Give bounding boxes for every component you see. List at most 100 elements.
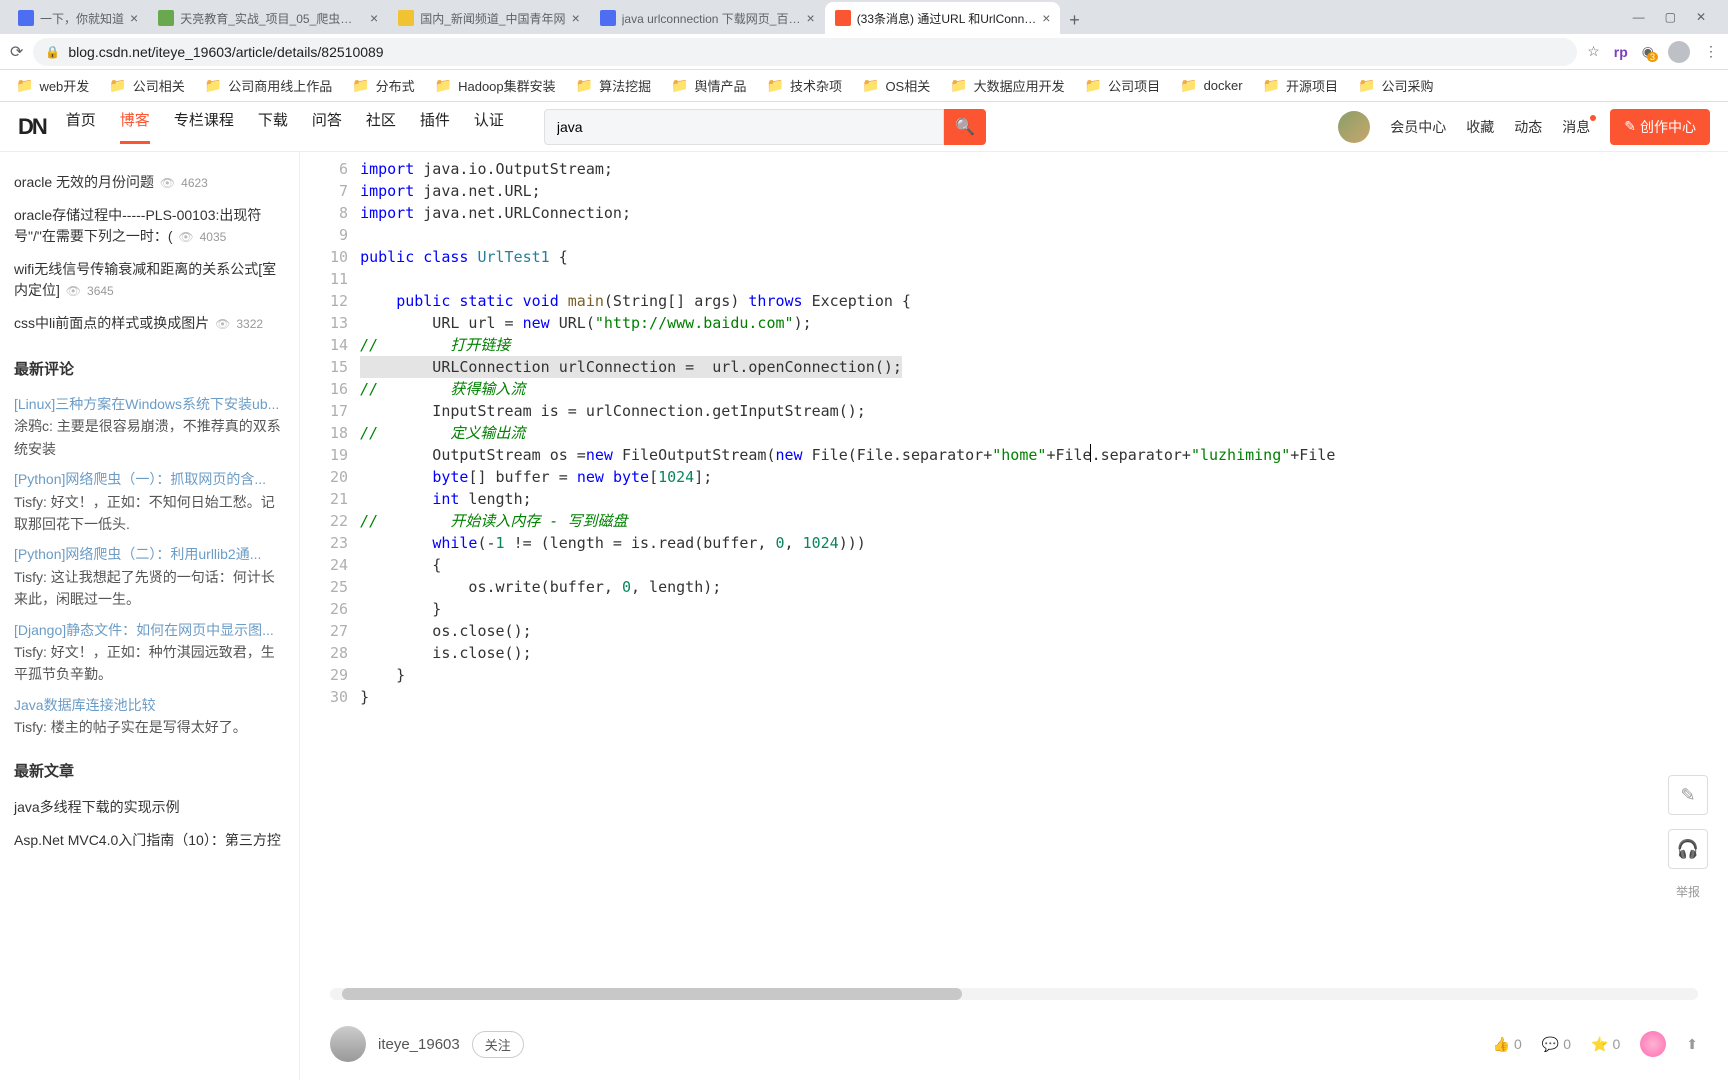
scrollbar-thumb[interactable] — [342, 988, 962, 1000]
browser-tab[interactable]: 天亮教育_实战_项目_05_爬虫简…× — [148, 2, 388, 34]
bookmark-label: 舆情产品 — [695, 76, 747, 95]
url-text: blog.csdn.net/iteye_19603/article/detail… — [68, 44, 383, 60]
code-line: URLConnection urlConnection = url.openCo… — [360, 356, 902, 378]
browser-tab[interactable]: 一下，你就知道× — [8, 2, 148, 34]
code-line: // 打开链接 — [360, 334, 1335, 356]
bookmark-item[interactable]: 📁公司商用线上作品 — [197, 76, 340, 95]
maximize-icon[interactable]: ▢ — [1665, 10, 1676, 24]
extension-badge-icon[interactable]: ◉3 — [1642, 43, 1654, 60]
close-icon[interactable]: × — [130, 10, 138, 26]
comment-link[interactable]: [Django]静态文件：如何在网页中显示图... — [14, 619, 285, 641]
user-avatar[interactable] — [1338, 111, 1370, 143]
comment-link[interactable]: [Python]网络爬虫（二）：利用urllib2通... — [14, 543, 285, 565]
latest-article[interactable]: java多线程下载的实现示例 — [14, 791, 285, 824]
bookmark-item[interactable]: 📁Hadoop集群安装 — [427, 76, 564, 95]
float-headset-button[interactable]: 🎧 — [1668, 829, 1708, 869]
close-icon[interactable]: × — [370, 10, 378, 26]
minimize-icon[interactable]: — — [1633, 10, 1645, 24]
nav-item[interactable]: 博客 — [120, 109, 150, 144]
nav-item[interactable]: 首页 — [66, 109, 96, 144]
related-article[interactable]: oracle 无效的月份问题 👁4623 — [14, 166, 285, 199]
right-nav-item[interactable]: 消息 — [1562, 117, 1590, 137]
float-edit-button[interactable]: ✎ — [1668, 775, 1708, 815]
create-button[interactable]: ✎创作中心 — [1610, 109, 1710, 145]
favicon-icon — [18, 10, 34, 26]
bookmark-label: 技术杂项 — [790, 76, 842, 95]
reload-icon[interactable]: ⟳ — [10, 42, 23, 62]
folder-icon: 📁 — [1085, 77, 1102, 94]
comment-link[interactable]: Java数据库连接池比较 — [14, 694, 285, 716]
bookmark-label: 公司项目 — [1108, 76, 1160, 95]
nav-item[interactable]: 认证 — [474, 109, 504, 144]
profile-icon[interactable] — [1668, 41, 1690, 63]
menu-icon[interactable]: ⋮ — [1704, 43, 1718, 60]
new-tab-button[interactable]: + — [1060, 6, 1088, 34]
bookmark-item[interactable]: 📁OS相关 — [854, 76, 938, 95]
vip-icon[interactable] — [1640, 1031, 1666, 1057]
bookmark-label: 大数据应用开发 — [974, 76, 1065, 95]
author-name[interactable]: iteye_19603 — [378, 1036, 460, 1053]
csdn-logo[interactable]: DN — [18, 114, 46, 140]
nav-item[interactable]: 专栏课程 — [174, 109, 234, 144]
line-number: 30 — [330, 686, 348, 708]
line-number: 29 — [330, 664, 348, 686]
comment-button[interactable]: 💬0 — [1542, 1036, 1571, 1053]
follow-button[interactable]: 关注 — [472, 1031, 524, 1058]
related-article[interactable]: oracle存储过程中-----PLS-00103:出现符号"/"在需要下列之一… — [14, 199, 285, 253]
related-article[interactable]: wifi无线信号传输衰减和距离的关系公式[室内定位] 👁3645 — [14, 253, 285, 307]
site-nav: 首页博客专栏课程下载问答社区插件认证 — [66, 109, 504, 144]
right-nav-item[interactable]: 动态 — [1514, 117, 1542, 137]
close-icon[interactable]: × — [807, 10, 815, 26]
bookmark-item[interactable]: 📁舆情产品 — [663, 76, 754, 95]
code-horizontal-scrollbar[interactable] — [330, 988, 1698, 1000]
favicon-icon — [835, 10, 851, 26]
code-body[interactable]: import java.io.OutputStream;import java.… — [360, 158, 1335, 708]
url-field[interactable]: 🔒 blog.csdn.net/iteye_19603/article/deta… — [33, 38, 1577, 66]
code-block: 6789101112131415161718192021222324252627… — [300, 152, 1728, 988]
related-article[interactable]: css中li前面点的样式或换成图片 👁3322 — [14, 307, 285, 340]
latest-article[interactable]: Asp.Net MVC4.0入门指南（10）：第三方控 — [14, 824, 285, 857]
favorite-button[interactable]: ⭐0 — [1591, 1036, 1620, 1053]
browser-tab[interactable]: 国内_新闻频道_中国青年网× — [388, 2, 590, 34]
bookmark-item[interactable]: 📁开源项目 — [1255, 76, 1346, 95]
bookmark-item[interactable]: 📁web开发 — [8, 76, 97, 95]
search-input[interactable] — [544, 109, 944, 145]
right-nav-item[interactable]: 会员中心 — [1390, 117, 1446, 137]
bookmark-item[interactable]: 📁docker — [1172, 77, 1250, 94]
nav-item[interactable]: 下载 — [258, 109, 288, 144]
float-report-button[interactable]: 举报 — [1676, 883, 1700, 900]
right-nav-item[interactable]: 收藏 — [1466, 117, 1494, 137]
close-window-icon[interactable]: ✕ — [1696, 10, 1706, 24]
nav-item[interactable]: 问答 — [312, 109, 342, 144]
close-icon[interactable]: × — [572, 10, 580, 26]
like-button[interactable]: 👍0 — [1493, 1036, 1522, 1053]
sidebar-heading: 最新文章 — [14, 760, 285, 781]
comment-item: [Python]网络爬虫（二）：利用urllib2通...Tisfy: 这让我想… — [14, 539, 285, 614]
bookmark-item[interactable]: 📁 公司项目 — [1077, 76, 1168, 95]
code-line: int length; — [360, 488, 1335, 510]
browser-tab[interactable]: (33条消息) 通过URL 和UrlConn…× — [825, 2, 1061, 34]
extension-axure-icon[interactable]: rp — [1614, 44, 1628, 60]
bookmark-label: docker — [1204, 78, 1243, 93]
pencil-icon: ✎ — [1624, 118, 1636, 135]
comment-link[interactable]: [Python]网络爬虫（一）：抓取网页的含... — [14, 468, 285, 490]
comment-link[interactable]: [Linux]三种方案在Windows系统下安装ub... — [14, 393, 285, 415]
bookmark-item[interactable]: 📁分布式 — [344, 76, 422, 95]
bookmark-item[interactable]: 📁算法挖掘 — [568, 76, 659, 95]
code-line: import java.net.URL; — [360, 180, 1335, 202]
bookmark-item[interactable]: 📁技术杂项 — [759, 76, 850, 95]
bookmark-item[interactable]: 📁大数据应用开发 — [942, 76, 1072, 95]
nav-item[interactable]: 社区 — [366, 109, 396, 144]
code-line: byte[] buffer = new byte[1024]; — [360, 466, 1335, 488]
close-icon[interactable]: × — [1042, 10, 1050, 26]
search-button[interactable]: 🔍 — [944, 109, 986, 145]
bookmark-item[interactable]: 📁公司采购 — [1350, 76, 1441, 95]
folder-icon: 📁 — [205, 77, 222, 94]
browser-tab[interactable]: java urlconnection 下载网页_百…× — [590, 2, 825, 34]
bookmark-star-icon[interactable]: ☆ — [1587, 43, 1600, 60]
nav-item[interactable]: 插件 — [420, 109, 450, 144]
share-icon[interactable]: ⬆ — [1686, 1036, 1698, 1053]
bookmark-item[interactable]: 📁公司相关 — [101, 76, 192, 95]
main-content: 6789101112131415161718192021222324252627… — [300, 152, 1728, 1080]
author-avatar[interactable] — [330, 1026, 366, 1062]
